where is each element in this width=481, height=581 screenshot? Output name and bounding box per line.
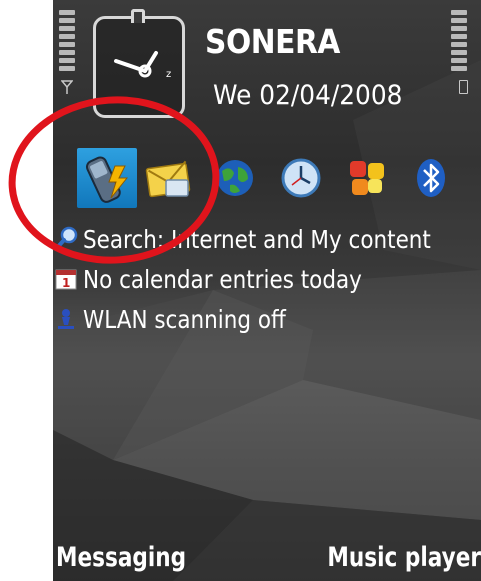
clock-hands-icon: z — [114, 51, 171, 80]
list-item-label: No calendar entries today — [83, 264, 362, 294]
shortcut-messaging[interactable] — [139, 148, 199, 208]
globe-web-icon — [217, 160, 253, 196]
shortcut-bluetooth[interactable] — [401, 148, 461, 208]
shortcut-web[interactable] — [205, 148, 265, 208]
phone-home-screen: z SONERA We 02/04/2008 Search: Internet … — [53, 0, 481, 581]
battery-level-indicator — [451, 10, 471, 74]
svg-text:1: 1 — [62, 276, 70, 290]
antenna-icon — [61, 80, 73, 94]
signal-strength-indicator — [59, 10, 79, 74]
svg-text:z: z — [166, 69, 171, 80]
wlan-icon — [53, 306, 79, 332]
shortcut-clock[interactable] — [271, 148, 331, 208]
analog-clock-widget[interactable]: z — [93, 9, 185, 118]
date-label: We 02/04/2008 — [213, 80, 403, 111]
messaging-envelope-icon — [145, 160, 191, 198]
list-item-calendar[interactable]: 1 No calendar entries today — [53, 260, 481, 298]
clock-app-icon — [281, 158, 321, 198]
search-icon — [53, 226, 79, 252]
list-item-wlan[interactable]: WLAN scanning off — [53, 300, 481, 338]
list-item-search[interactable]: Search: Internet and My content — [53, 220, 481, 258]
bluetooth-icon — [417, 159, 445, 197]
phone-call-icon — [85, 156, 129, 203]
calendar-icon: 1 — [53, 266, 79, 292]
gallery-icon — [350, 161, 384, 195]
right-softkey-music-player[interactable]: Music player — [327, 542, 481, 573]
shortcut-gallery[interactable] — [337, 148, 397, 208]
shortcut-phone[interactable] — [77, 148, 137, 208]
left-softkey-messaging[interactable]: Messaging — [56, 542, 186, 573]
list-item-label: WLAN scanning off — [83, 304, 286, 334]
list-item-label: Search: Internet and My content — [83, 224, 431, 254]
operator-name: SONERA — [205, 22, 340, 61]
shortcut-bar — [73, 148, 473, 208]
page: z SONERA We 02/04/2008 Search: Internet … — [0, 0, 481, 581]
battery-icon — [459, 80, 468, 94]
